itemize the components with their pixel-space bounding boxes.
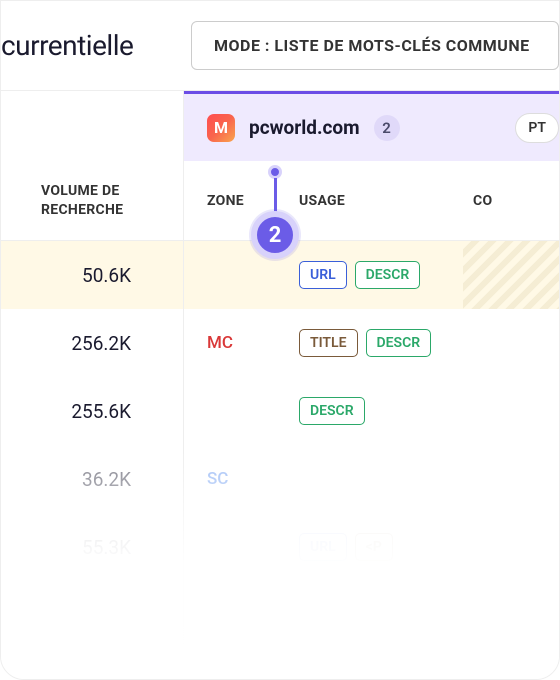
domain-name: pcworld.com (249, 116, 360, 139)
step-number-badge: 2 (251, 211, 299, 259)
cell-volume: 50.6K (1, 264, 183, 287)
step-indicator: 2 (251, 165, 299, 259)
cell-usage: TITLE DESCR (283, 329, 463, 357)
table-row[interactable]: 55.3K URL <P (1, 513, 559, 581)
col-co[interactable]: CO (463, 193, 559, 209)
tag-descr: DESCR (355, 261, 421, 289)
page-title-fragment: currentielle (1, 29, 181, 62)
domain-header: M pcworld.com 2 PT (183, 91, 559, 161)
tag-url: URL (299, 261, 347, 289)
cell-volume: 255.6K (1, 400, 183, 423)
cell-volume: 256.2K (1, 332, 183, 355)
cell-usage: URL <P (283, 533, 463, 561)
domain-favicon: M (207, 114, 235, 142)
table-row[interactable]: 256.2K MC TITLE DESCR (1, 309, 559, 377)
tag-p: <P (355, 533, 393, 561)
step-dot-icon (268, 165, 282, 179)
col-usage[interactable]: USAGE (283, 193, 463, 209)
cell-usage: URL DESCR (283, 261, 463, 289)
cell-co-striped (463, 241, 559, 309)
domain-keyword-count: 2 (374, 115, 400, 141)
cell-zone: MC (183, 333, 283, 353)
tag-descr: DESCR (366, 329, 432, 357)
cell-volume: 36.2K (1, 468, 183, 491)
mode-selector[interactable]: MODE : LISTE DE MOTS-CLÉS COMMUNE (191, 21, 559, 70)
table-row[interactable]: 255.6K DESCR (1, 377, 559, 445)
pt-pill[interactable]: PT (515, 113, 559, 143)
top-bar: currentielle MODE : LISTE DE MOTS-CLÉS C… (1, 1, 559, 91)
tag-title: TITLE (299, 329, 358, 357)
cell-usage: DESCR (283, 397, 463, 425)
app-card: currentielle MODE : LISTE DE MOTS-CLÉS C… (0, 0, 560, 680)
table-row[interactable]: 36.2K SC (1, 445, 559, 513)
col-volume[interactable]: VOLUME DE RECHERCHE (1, 182, 183, 218)
cell-zone: SC (183, 469, 283, 489)
step-connector-line (274, 178, 277, 214)
tag-url: URL (299, 533, 347, 561)
tag-descr: DESCR (299, 397, 365, 425)
cell-volume: 55.3K (1, 536, 183, 559)
